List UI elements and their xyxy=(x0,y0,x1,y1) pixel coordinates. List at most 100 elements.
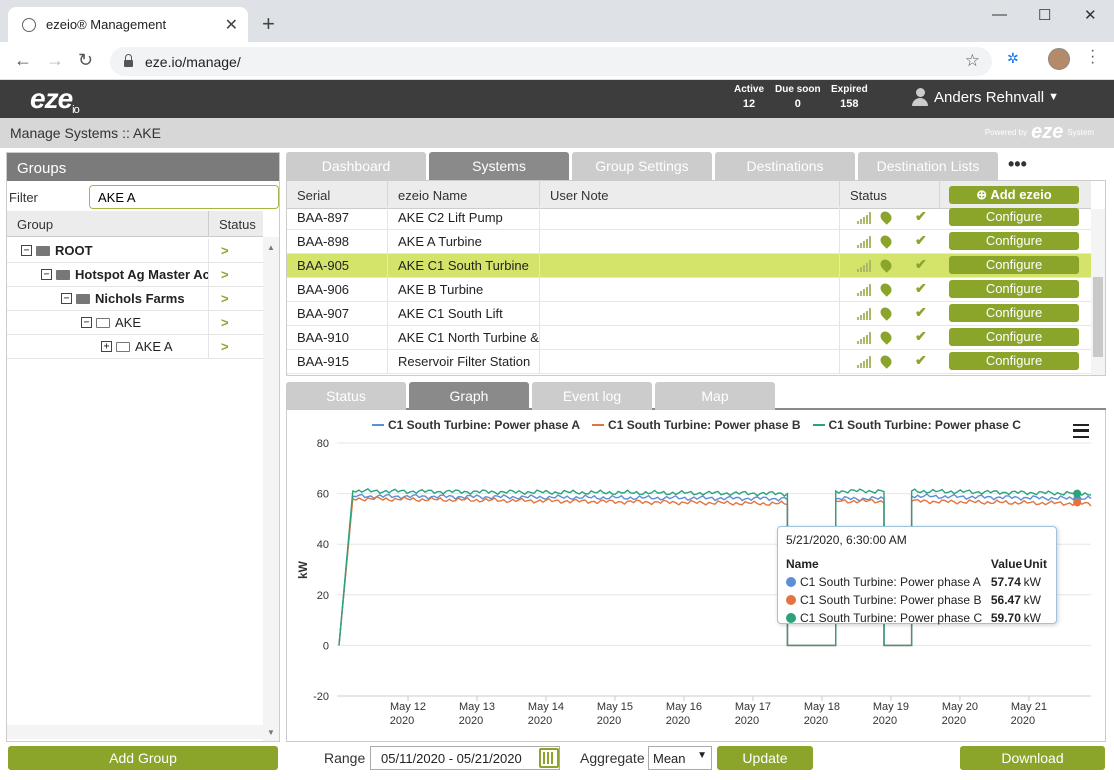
download-button[interactable]: Download xyxy=(960,746,1105,770)
col-user-note[interactable]: User Note xyxy=(540,181,840,209)
col-ezeio-name[interactable]: ezeio Name xyxy=(388,181,540,209)
expand-icon[interactable]: + xyxy=(101,341,112,352)
x-tick-year: 2020 xyxy=(390,715,414,727)
location-pin-icon xyxy=(878,257,894,273)
tab-dashboard[interactable]: Dashboard xyxy=(286,152,426,180)
configure-button[interactable]: Configure xyxy=(949,256,1079,274)
check-icon: ✔ xyxy=(915,352,927,368)
systems-scrollbar[interactable] xyxy=(1091,209,1105,375)
reload-icon[interactable]: ↻ xyxy=(78,50,93,71)
tree-label: AKE A xyxy=(135,339,173,354)
y-tick-label: 80 xyxy=(317,438,329,450)
tab-map[interactable]: Map xyxy=(655,382,775,410)
tab-destination-lists[interactable]: Destination Lists xyxy=(858,152,998,180)
chevron-right-icon[interactable]: > xyxy=(221,291,229,306)
chevron-down-icon: ▼ xyxy=(1048,91,1059,103)
tree-hscrollbar[interactable] xyxy=(7,725,263,739)
tree-scrollbar[interactable]: ▲ ▼ xyxy=(263,237,279,741)
signal-icon xyxy=(857,212,873,224)
x-tick-year: 2020 xyxy=(459,715,483,727)
configure-button[interactable]: Configure xyxy=(949,280,1079,298)
main-tabs: Dashboard Systems Group Settings Destina… xyxy=(286,152,1106,180)
x-tick-label: May 14 xyxy=(528,701,564,713)
close-window-icon[interactable]: ✕ xyxy=(1084,6,1097,24)
browser-tab[interactable]: ezeio® Management ✕ xyxy=(8,7,248,42)
configure-button[interactable]: Configure xyxy=(949,232,1079,250)
url-field[interactable]: eze.io/manage/ ☆ xyxy=(110,47,992,76)
system-row[interactable]: BAA-897 AKE C2 Lift Pump ✔ Configure xyxy=(287,206,1091,230)
browser-menu-icon[interactable]: · · · xyxy=(1090,43,1095,71)
update-button[interactable]: Update xyxy=(717,746,813,770)
extension-icon[interactable]: ✲ xyxy=(1007,50,1019,67)
collapse-icon[interactable]: − xyxy=(41,269,52,280)
bookmark-star-icon[interactable]: ☆ xyxy=(965,51,980,71)
collapse-icon[interactable]: − xyxy=(21,245,32,256)
check-icon: ✔ xyxy=(915,280,927,296)
y-tick-label: -20 xyxy=(313,691,329,703)
forward-icon[interactable]: → xyxy=(46,50,64,71)
calendar-icon[interactable] xyxy=(539,748,559,768)
tab-group-settings[interactable]: Group Settings xyxy=(572,152,712,180)
aggregate-select[interactable]: Mean ▼ xyxy=(648,746,712,770)
tree-row[interactable]: − ROOT > xyxy=(7,238,263,263)
app-header: ezeio Active 12 Due soon 0 Expired 158 Ande… xyxy=(0,80,1114,118)
x-tick-year: 2020 xyxy=(528,715,552,727)
tab-systems[interactable]: Systems xyxy=(429,152,569,180)
url-text: eze.io/manage/ xyxy=(145,53,241,70)
col-group[interactable]: Group xyxy=(7,211,209,236)
configure-button[interactable]: Configure xyxy=(949,352,1079,370)
cell-note xyxy=(540,206,840,230)
minimize-icon[interactable]: — xyxy=(992,6,1007,23)
chevron-right-icon[interactable]: > xyxy=(221,315,229,330)
hover-marker-c xyxy=(1073,489,1082,498)
date-range-input[interactable]: 05/11/2020 - 05/21/2020 xyxy=(370,746,560,770)
cell-serial: BAA-905 xyxy=(287,254,388,278)
collapse-icon[interactable]: − xyxy=(61,293,72,304)
system-row[interactable]: BAA-910 AKE C1 North Turbine & ✔ Configure xyxy=(287,326,1091,350)
y-tick-label: 0 xyxy=(323,640,329,652)
profile-avatar[interactable] xyxy=(1048,48,1070,70)
ezeio-logo[interactable]: ezeio xyxy=(30,83,80,118)
system-row[interactable]: BAA-907 AKE C1 South Lift ✔ Configure xyxy=(287,302,1091,326)
configure-button[interactable]: Configure xyxy=(949,304,1079,322)
x-tick-label: May 12 xyxy=(390,701,426,713)
cell-name: AKE C1 South Lift xyxy=(388,302,540,326)
add-ezeio-button[interactable]: ⊕ Add ezeio xyxy=(949,186,1079,204)
col-status[interactable]: Status xyxy=(209,211,256,236)
chevron-right-icon[interactable]: > xyxy=(221,243,229,258)
tree-row[interactable]: + AKE A > xyxy=(7,334,263,359)
collapse-icon[interactable]: − xyxy=(81,317,92,328)
system-row[interactable]: BAA-906 AKE B Turbine ✔ Configure xyxy=(287,278,1091,302)
filter-label: Filter xyxy=(9,189,38,205)
tree-row[interactable]: − Nichols Farms > xyxy=(7,286,263,311)
configure-button[interactable]: Configure xyxy=(949,208,1079,226)
tab-graph[interactable]: Graph xyxy=(409,382,529,410)
cell-name: AKE A Turbine xyxy=(388,230,540,254)
groups-panel: Groups Filter Group Status −ROOT>−Hotspo… xyxy=(6,152,280,742)
back-icon[interactable]: ← xyxy=(14,50,32,71)
close-tab-icon[interactable]: ✕ xyxy=(225,15,238,35)
tree-row[interactable]: − AKE > xyxy=(7,310,263,335)
user-menu[interactable]: Anders Rehnvall ▼ xyxy=(912,88,1059,106)
system-row[interactable]: BAA-905 AKE C1 South Turbine ✔ Configure xyxy=(287,254,1091,278)
system-row[interactable]: BAA-915 Reservoir Filter Station ✔ Configur… xyxy=(287,350,1091,374)
maximize-icon[interactable]: ☐ xyxy=(1038,6,1051,24)
tab-destinations[interactable]: Destinations xyxy=(715,152,855,180)
system-row[interactable]: BAA-898 AKE A Turbine ✔ Configure xyxy=(287,230,1091,254)
check-icon: ✔ xyxy=(915,232,927,248)
filter-input[interactable] xyxy=(89,185,279,209)
tree-row[interactable]: − Hotspot Ag Master Account > xyxy=(7,262,263,287)
stat-expired: Expired 158 xyxy=(831,84,868,110)
new-tab-icon[interactable]: + xyxy=(262,11,275,37)
more-tabs-icon[interactable]: ••• xyxy=(1008,154,1027,175)
chevron-right-icon[interactable]: > xyxy=(221,267,229,282)
chevron-right-icon[interactable]: > xyxy=(221,339,229,354)
col-status[interactable]: Status xyxy=(840,181,940,209)
configure-button[interactable]: Configure xyxy=(949,328,1079,346)
col-serial[interactable]: Serial xyxy=(287,181,388,209)
add-group-button[interactable]: Add Group xyxy=(8,746,278,770)
x-tick-year: 2020 xyxy=(597,715,621,727)
x-tick-label: May 16 xyxy=(666,701,702,713)
tab-event-log[interactable]: Event log xyxy=(532,382,652,410)
tab-status[interactable]: Status xyxy=(286,382,406,410)
